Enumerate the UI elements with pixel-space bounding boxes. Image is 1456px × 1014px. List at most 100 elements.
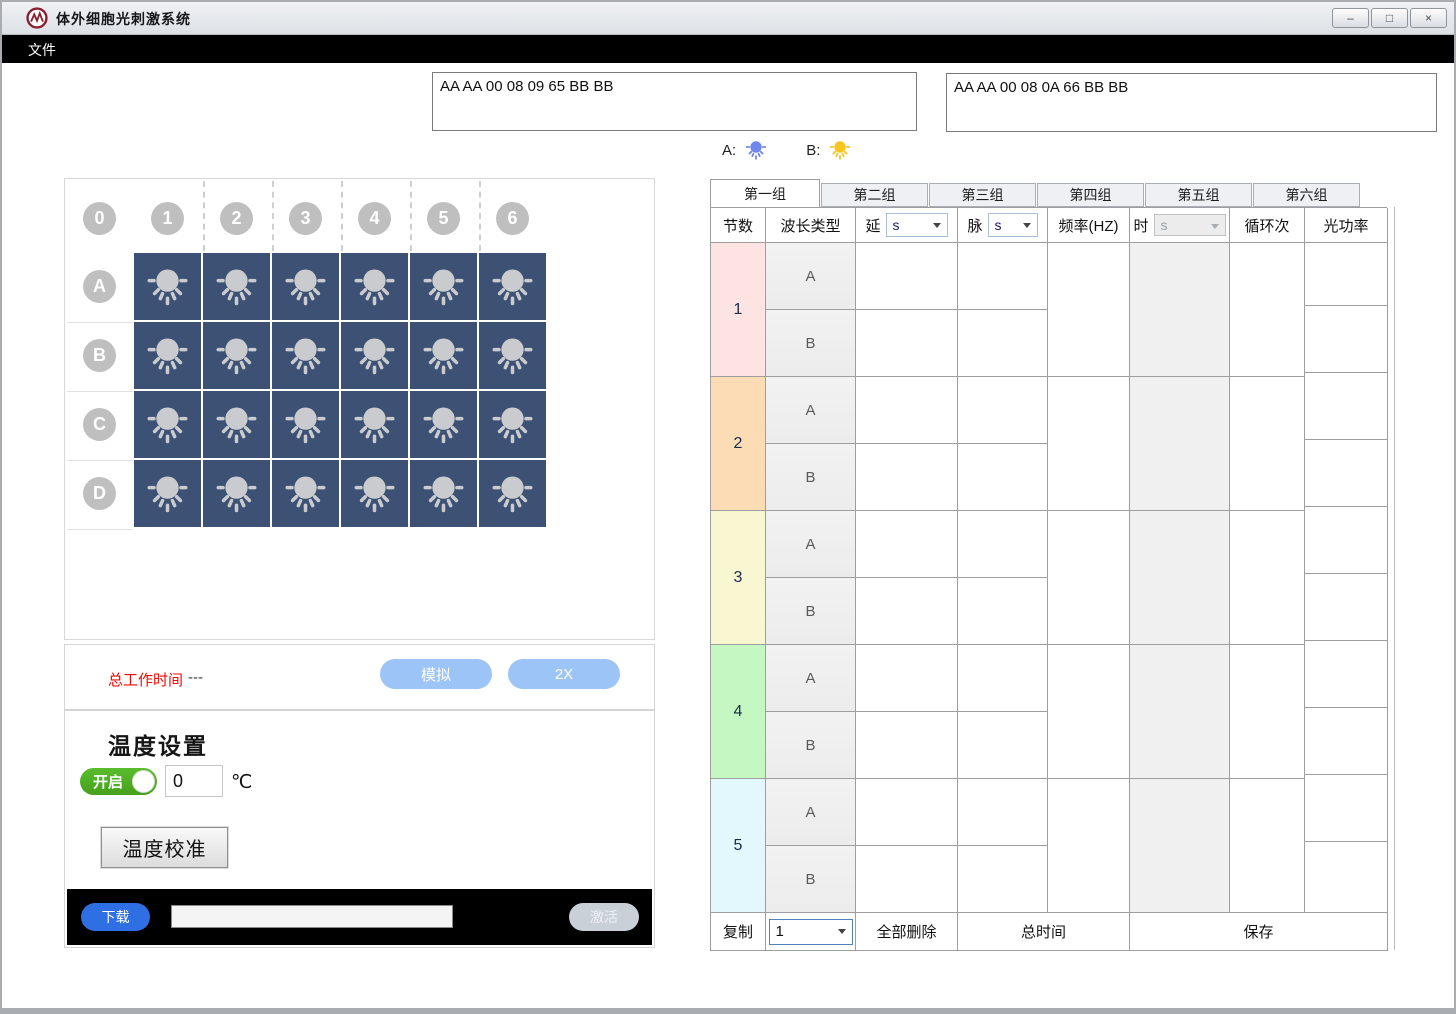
well-cell-b1[interactable] [134, 322, 201, 389]
group-2-b-delay-cell[interactable] [856, 444, 958, 511]
well-cell-a5[interactable] [410, 253, 477, 320]
col-header-wavelength: 波长类型 [766, 208, 856, 243]
copy-button[interactable]: 复制 [711, 913, 766, 951]
well-cell-d1[interactable] [134, 460, 201, 527]
well-cell-b3[interactable] [272, 322, 339, 389]
plate-col-header-6[interactable]: 6 [496, 202, 529, 235]
group-5-a-pulse-cell[interactable] [958, 779, 1048, 846]
group-2-a-pulse-cell[interactable] [958, 377, 1048, 444]
well-cell-d4[interactable] [341, 460, 408, 527]
group-1-a-pulse-cell[interactable] [958, 243, 1048, 310]
group-1-b-delay-cell[interactable] [856, 310, 958, 377]
group-2-a-delay-cell[interactable] [856, 377, 958, 444]
group-4-cycles-cell[interactable] [1230, 645, 1305, 779]
well-cell-a1[interactable] [134, 253, 201, 320]
tab-group-5[interactable]: 第五组 [1145, 183, 1252, 207]
tab-group-4[interactable]: 第四组 [1037, 183, 1144, 207]
group-5-b-delay-cell[interactable] [856, 846, 958, 913]
group-3-a-delay-cell[interactable] [856, 511, 958, 578]
well-cell-c4[interactable] [341, 391, 408, 458]
save-button[interactable]: 保存 [1130, 913, 1388, 951]
bulb-icon [213, 470, 260, 517]
group-1-b-pulse-cell[interactable] [958, 310, 1048, 377]
well-cell-d2[interactable] [203, 460, 270, 527]
plate-row-header-d[interactable]: D [83, 477, 116, 510]
tab-group-3[interactable]: 第三组 [929, 183, 1036, 207]
serial-rx-textbox[interactable]: AA AA 00 08 0A 66 BB BB [946, 73, 1437, 132]
simulate-button[interactable]: 模拟 [380, 659, 492, 689]
plate-col-header-2[interactable]: 2 [220, 202, 253, 235]
plate-col-header-0[interactable]: 0 [83, 202, 116, 235]
group-4-b-pulse-cell[interactable] [958, 712, 1048, 779]
group-4-frequency-cell[interactable] [1048, 645, 1130, 779]
delay-unit-dropdown[interactable]: s [886, 213, 948, 237]
tab-group-1[interactable]: 第一组 [710, 179, 820, 207]
tab-group-6[interactable]: 第六组 [1253, 183, 1360, 207]
speed-2x-button[interactable]: 2X [508, 659, 620, 689]
download-button[interactable]: 下载 [81, 903, 150, 931]
plate-col-header-5[interactable]: 5 [427, 202, 460, 235]
copy-count-dropdown[interactable]: 1 [769, 919, 853, 945]
pulse-unit-dropdown[interactable]: s [988, 213, 1038, 237]
well-cell-b4[interactable] [341, 322, 408, 389]
group-3-frequency-cell[interactable] [1048, 511, 1130, 645]
well-cell-b5[interactable] [410, 322, 477, 389]
group-1-cycles-cell[interactable] [1230, 243, 1305, 377]
plate-row-header-c[interactable]: C [83, 408, 116, 441]
group-2-frequency-cell[interactable] [1048, 377, 1130, 511]
group-2-cycles-cell[interactable] [1230, 377, 1305, 511]
well-cell-c2[interactable] [203, 391, 270, 458]
temperature-toggle[interactable]: 开启 [80, 768, 157, 795]
well-cell-c1[interactable] [134, 391, 201, 458]
group-3-b-delay-cell[interactable] [856, 578, 958, 645]
well-cell-b6[interactable] [479, 322, 546, 389]
bulb-icon [420, 263, 467, 310]
well-cell-a3[interactable] [272, 253, 339, 320]
close-button[interactable]: × [1410, 8, 1447, 28]
temperature-calibrate-button[interactable]: 温度校准 [101, 827, 228, 868]
group-4-a-pulse-cell[interactable] [958, 645, 1048, 712]
well-cell-a6[interactable] [479, 253, 546, 320]
group-2-b-pulse-cell[interactable] [958, 444, 1048, 511]
delete-all-button[interactable]: 全部删除 [856, 913, 958, 951]
group-3-number: 3 [711, 511, 766, 645]
bulb-icon [420, 332, 467, 379]
total-time-button[interactable]: 总时间 [958, 913, 1130, 951]
group-1-frequency-cell[interactable] [1048, 243, 1130, 377]
well-cell-d3[interactable] [272, 460, 339, 527]
serial-tx-textbox[interactable]: AA AA 00 08 09 65 BB BB [432, 72, 917, 131]
plate-row-header-a[interactable]: A [83, 270, 116, 303]
group-4-a-delay-cell[interactable] [856, 645, 958, 712]
group-3-a-pulse-cell[interactable] [958, 511, 1048, 578]
worktime-value: --- [188, 669, 203, 686]
well-cell-d6[interactable] [479, 460, 546, 527]
well-cell-d5[interactable] [410, 460, 477, 527]
power-column[interactable] [1305, 243, 1388, 913]
group-5-cycles-cell[interactable] [1230, 779, 1305, 913]
group-5-a-delay-cell[interactable] [856, 779, 958, 846]
activate-button[interactable]: 激活 [569, 903, 639, 931]
well-cell-c3[interactable] [272, 391, 339, 458]
temperature-input[interactable] [165, 765, 223, 797]
well-cell-c6[interactable] [479, 391, 546, 458]
plate-col-header-4[interactable]: 4 [358, 202, 391, 235]
plate-col-header-1[interactable]: 1 [151, 202, 184, 235]
temperature-unit: ℃ [231, 771, 252, 794]
group-3-b-pulse-cell[interactable] [958, 578, 1048, 645]
tab-group-2[interactable]: 第二组 [821, 183, 928, 207]
well-cell-b2[interactable] [203, 322, 270, 389]
well-cell-a2[interactable] [203, 253, 270, 320]
group-3-channel-b: B [766, 578, 856, 645]
maximize-button[interactable]: □ [1371, 8, 1408, 28]
menu-file[interactable]: 文件 [28, 40, 56, 60]
well-cell-a4[interactable] [341, 253, 408, 320]
well-cell-c5[interactable] [410, 391, 477, 458]
group-3-cycles-cell[interactable] [1230, 511, 1305, 645]
group-5-frequency-cell[interactable] [1048, 779, 1130, 913]
group-4-b-delay-cell[interactable] [856, 712, 958, 779]
group-5-b-pulse-cell[interactable] [958, 846, 1048, 913]
plate-col-header-3[interactable]: 3 [289, 202, 322, 235]
minimize-button[interactable]: – [1332, 8, 1369, 28]
group-1-a-delay-cell[interactable] [856, 243, 958, 310]
plate-row-header-b[interactable]: B [83, 339, 116, 372]
